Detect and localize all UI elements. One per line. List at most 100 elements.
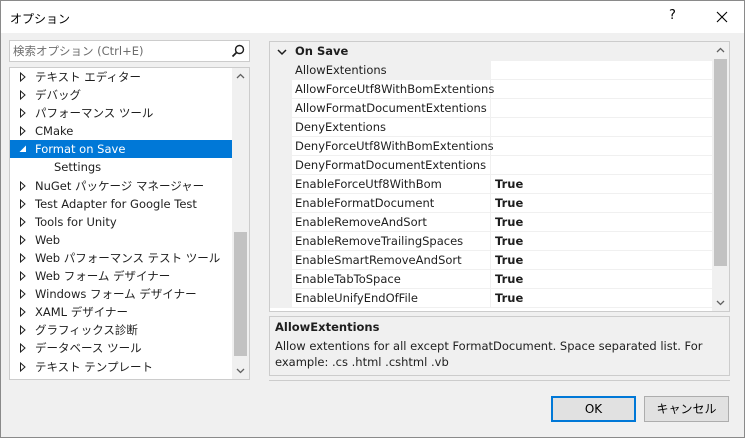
property-value[interactable] (491, 137, 713, 156)
property-value[interactable]: True (491, 213, 713, 232)
tree-scroll-down-button[interactable] (232, 362, 249, 379)
collapsed-triangle-icon[interactable] (18, 195, 28, 213)
property-row[interactable]: EnableForceUtf8WithBom True (270, 175, 713, 194)
property-value[interactable]: True (491, 251, 713, 270)
property-name[interactable]: AllowForceUtf8WithBomExtentions (292, 80, 494, 99)
collapsed-triangle-icon[interactable] (18, 104, 28, 122)
property-name[interactable]: EnableFormatDocument (292, 194, 491, 213)
property-value[interactable] (491, 61, 713, 80)
tree-scroll-up-button[interactable] (232, 68, 249, 85)
close-button[interactable] (711, 6, 733, 28)
property-row[interactable]: AllowFormatDocumentExtentions (270, 99, 713, 118)
property-row[interactable]: DenyExtentions (270, 118, 713, 137)
tree-item-label: Web フォーム デザイナー (35, 269, 171, 284)
property-row[interactable]: DenyForceUtf8WithBomExtentions (270, 137, 713, 156)
property-name[interactable]: EnableForceUtf8WithBom (292, 175, 491, 194)
ok-button[interactable]: OK (551, 396, 636, 422)
collapsed-triangle-icon[interactable] (18, 267, 28, 285)
tree-item[interactable]: Windows フォーム デザイナー (10, 285, 232, 303)
expanded-triangle-icon[interactable] (18, 140, 28, 158)
tree-item[interactable]: Tools for Unity (10, 213, 232, 231)
tree-item[interactable]: Settings (10, 158, 232, 176)
property-row[interactable]: AllowForceUtf8WithBomExtentions (270, 80, 713, 99)
property-grid[interactable]: On Save AllowExtentions AllowForceUtf8Wit… (269, 41, 730, 312)
property-row-gutter (270, 175, 292, 194)
tree-item[interactable]: デバッグ (10, 86, 232, 104)
property-value[interactable] (491, 156, 713, 175)
property-row[interactable]: DenyFormatDocumentExtentions (270, 156, 713, 175)
tree-item[interactable]: パフォーマンス ツール (10, 104, 232, 122)
grid-scroll-down-button[interactable] (712, 294, 729, 311)
tree-item[interactable]: CMake (10, 122, 232, 140)
property-name[interactable]: DenyForceUtf8WithBomExtentions (292, 137, 494, 156)
property-value[interactable]: True (491, 270, 713, 289)
property-name[interactable]: EnableSmartRemoveAndSort (292, 251, 491, 270)
tree-item[interactable]: XAML デザイナー (10, 303, 232, 321)
collapsed-triangle-icon[interactable] (18, 358, 28, 376)
property-row[interactable]: EnableSmartRemoveAndSort True (270, 251, 713, 270)
tree-item-label: テキスト テンプレート (35, 359, 153, 374)
property-category-row[interactable]: On Save (270, 42, 713, 61)
property-name[interactable]: AllowExtentions (292, 61, 491, 80)
grid-scroll-thumb[interactable] (714, 59, 727, 266)
property-name[interactable]: EnableUnifyEndOfFile (292, 289, 491, 308)
options-tree[interactable]: テキスト エディターデバッグ パフォーマンス ツール CMake Format on … (9, 67, 250, 380)
search-input[interactable] (13, 43, 223, 59)
chevron-up-icon (716, 47, 725, 53)
property-grid-scrollbar[interactable] (712, 42, 729, 311)
property-name[interactable]: EnableRemoveAndSort (292, 213, 491, 232)
search-box[interactable] (9, 40, 250, 62)
property-row-gutter (270, 270, 292, 289)
collapsed-triangle-icon[interactable] (18, 321, 28, 339)
property-value[interactable] (491, 99, 713, 118)
property-value[interactable]: True (491, 289, 713, 308)
property-name[interactable]: EnableRemoveTrailingSpaces (292, 232, 491, 251)
property-value[interactable]: True (491, 232, 713, 251)
tree-item[interactable]: テキスト エディター (10, 68, 232, 86)
collapsed-triangle-icon[interactable] (18, 86, 28, 104)
tree-item[interactable]: テキスト テンプレート (10, 358, 232, 376)
property-value[interactable]: True (491, 175, 713, 194)
tree-item[interactable]: NuGet パッケージ マネージャー (10, 177, 232, 195)
property-name[interactable]: EnableTabToSpace (292, 270, 491, 289)
collapsed-triangle-icon[interactable] (18, 122, 28, 140)
tree-item[interactable]: Test Adapter for Google Test (10, 195, 232, 213)
tree-scrollbar[interactable] (232, 68, 249, 379)
collapsed-triangle-icon[interactable] (18, 339, 28, 357)
property-name[interactable]: DenyFormatDocumentExtentions (292, 156, 491, 175)
property-value[interactable] (491, 80, 713, 99)
tree-item[interactable]: Web パフォーマンス テスト ツール (10, 249, 232, 267)
cancel-button[interactable]: キャンセル (644, 396, 729, 422)
property-row[interactable]: EnableUnifyEndOfFile True (270, 289, 713, 308)
property-row[interactable]: EnableFormatDocument True (270, 194, 713, 213)
property-value[interactable]: True (491, 194, 713, 213)
tree-item[interactable]: Web フォーム デザイナー (10, 267, 232, 285)
help-button[interactable]: ? (669, 8, 676, 23)
search-icon[interactable] (230, 43, 246, 59)
property-row[interactable]: EnableTabToSpace True (270, 270, 713, 289)
property-value[interactable] (491, 118, 713, 137)
collapse-chevron-icon[interactable] (276, 46, 288, 58)
tree-scroll-thumb[interactable] (234, 232, 247, 356)
collapsed-triangle-icon[interactable] (18, 177, 28, 195)
collapsed-triangle-icon[interactable] (18, 249, 28, 267)
property-row-gutter (270, 137, 292, 156)
property-name[interactable]: AllowFormatDocumentExtentions (292, 99, 491, 118)
tree-item-label: デバッグ (35, 88, 81, 103)
property-row[interactable]: EnableRemoveAndSort True (270, 213, 713, 232)
collapsed-triangle-icon[interactable] (18, 68, 28, 86)
property-row[interactable]: AllowExtentions (270, 61, 713, 80)
tree-item[interactable]: Format on Save (10, 140, 232, 159)
collapsed-triangle-icon[interactable] (18, 213, 28, 231)
collapsed-triangle-icon[interactable] (18, 231, 28, 249)
property-row[interactable]: EnableRemoveTrailingSpaces True (270, 232, 713, 251)
tree-item[interactable]: グラフィックス診断 (10, 321, 232, 339)
tree-item[interactable]: Web (10, 231, 232, 249)
property-name[interactable]: DenyExtentions (292, 118, 491, 137)
tree-item-label: Settings (54, 160, 102, 175)
tree-item[interactable]: データベース ツール (10, 339, 232, 357)
tree-item-label: Format on Save (35, 142, 126, 157)
grid-scroll-up-button[interactable] (712, 42, 729, 59)
collapsed-triangle-icon[interactable] (18, 303, 28, 321)
collapsed-triangle-icon[interactable] (18, 285, 28, 303)
